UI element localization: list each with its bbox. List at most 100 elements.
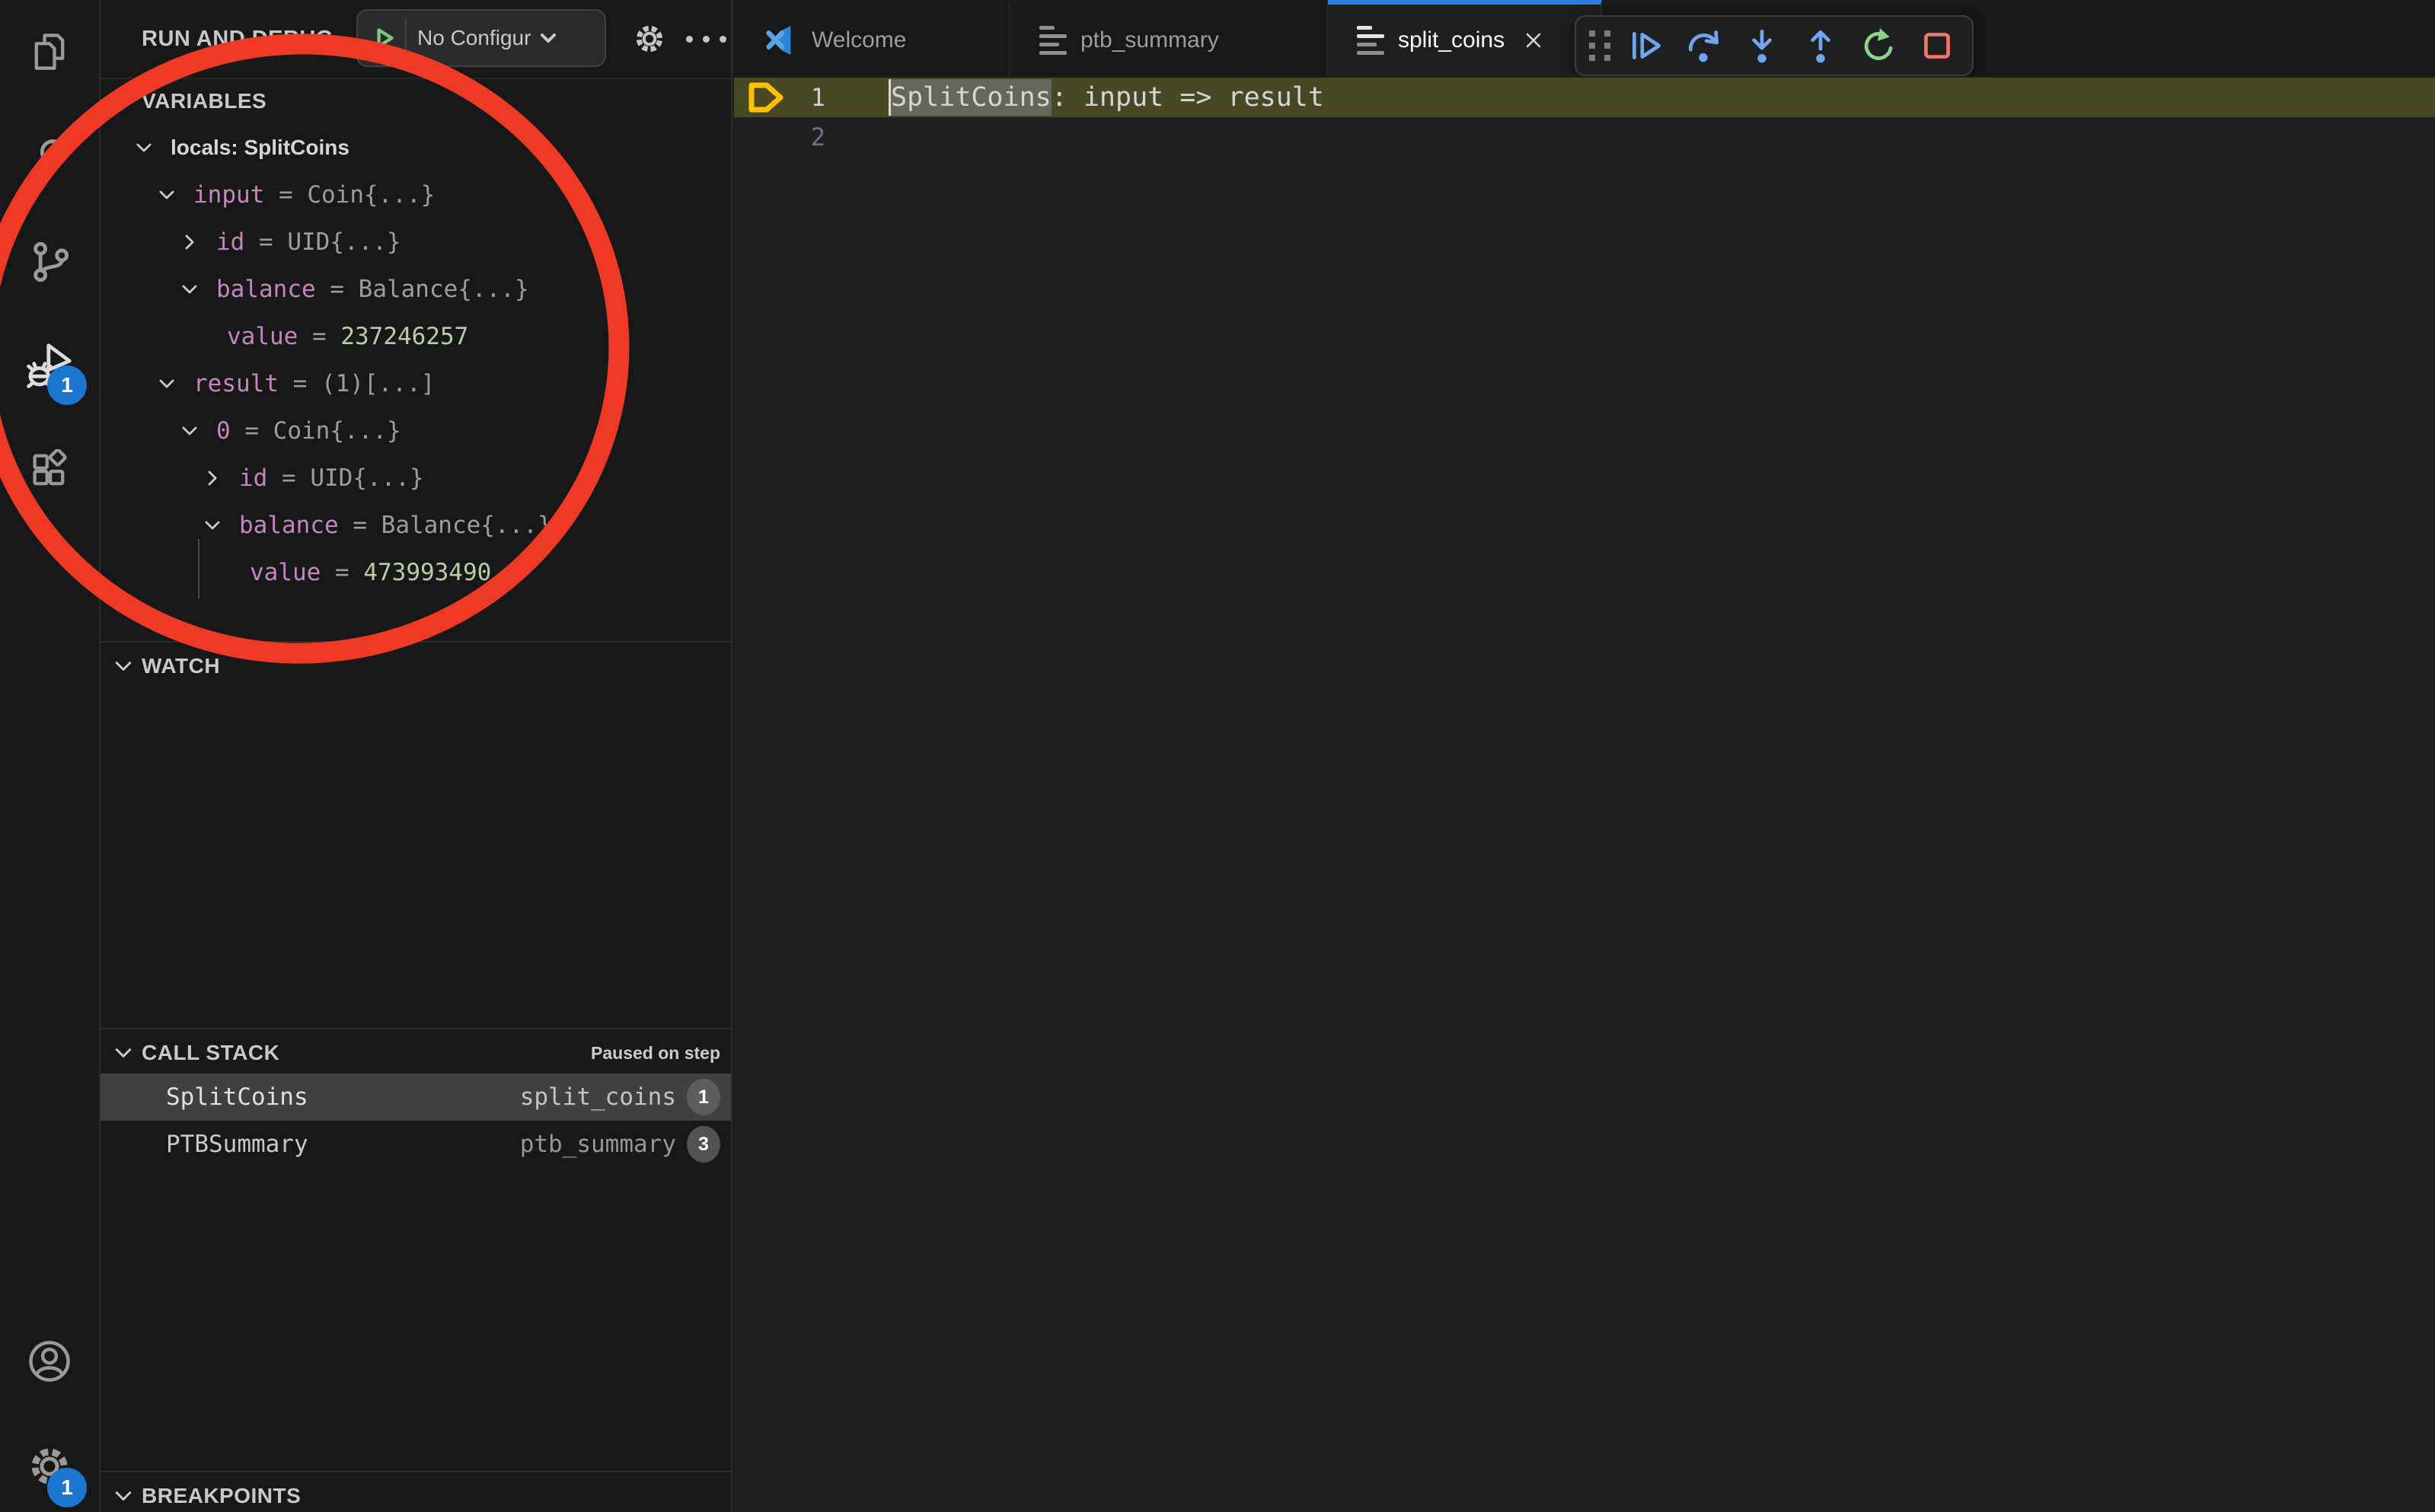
section-divider: [101, 1028, 731, 1029]
launch-config-dropdown[interactable]: No Configur: [356, 9, 606, 67]
step-out-button[interactable]: [1798, 23, 1843, 69]
variable-row-id2[interactable]: id = UID{...}: [101, 455, 833, 502]
source-control-icon[interactable]: [0, 216, 99, 308]
variable-value: Balance{...}: [381, 512, 552, 539]
debug-current-instruction-icon[interactable]: [746, 81, 786, 114]
variable-name: input: [193, 181, 264, 209]
panel-title: RUN AND DEBUG: [142, 27, 333, 52]
variable-row-balance2[interactable]: balance = Balance{...}: [101, 502, 833, 549]
views-more-actions-icon[interactable]: [679, 0, 732, 78]
variable-value: UID{...}: [310, 464, 423, 492]
variable-name: value: [227, 323, 298, 350]
continue-button[interactable]: [1623, 23, 1668, 69]
line-number-1: 1: [787, 78, 825, 117]
restart-button[interactable]: [1856, 23, 1901, 69]
chevron-down-icon: [113, 1485, 134, 1507]
toolbar-drag-handle[interactable]: [1589, 30, 1610, 61]
variable-name: id: [239, 464, 267, 492]
equals: =: [279, 370, 321, 397]
vscode-window: 1: [0, 0, 2435, 1512]
code-line-1[interactable]: SplitCoins: input => result: [891, 78, 1324, 117]
chevron-down-icon: [113, 91, 134, 112]
step-into-button[interactable]: [1739, 23, 1785, 69]
close-icon[interactable]: [1523, 30, 1544, 51]
chevron-right-icon: [180, 232, 199, 252]
variable-name: balance: [216, 276, 316, 303]
watch-title: WATCH: [142, 654, 220, 678]
variable-row-id[interactable]: id = UID{...}: [101, 219, 810, 266]
stack-frame-splitcoins[interactable]: SplitCoins split_coins 1: [101, 1073, 731, 1121]
equals: =: [321, 559, 363, 586]
equals: =: [244, 228, 287, 256]
variable-name: 0: [216, 417, 231, 445]
chevron-down-icon: [157, 185, 177, 205]
variable-row-balance[interactable]: balance = Balance{...}: [101, 266, 810, 313]
settings-gear-icon[interactable]: 1: [0, 1421, 99, 1512]
section-divider: [101, 641, 731, 643]
extensions-icon[interactable]: [0, 425, 99, 516]
frame-name: SplitCoins: [166, 1083, 308, 1111]
tab-welcome[interactable]: Welcome: [734, 0, 1010, 76]
chevron-down-icon: [113, 1042, 134, 1064]
dropdown-separator: [405, 18, 407, 59]
variable-name: value: [250, 559, 321, 586]
variables-section-header[interactable]: VARIABLES: [101, 79, 731, 123]
explorer-icon[interactable]: [0, 6, 99, 97]
config-dropdown-label: No Configur: [417, 26, 531, 50]
variable-row-result[interactable]: result = (1)[...]: [101, 360, 787, 407]
frame-name: PTBSummary: [166, 1131, 308, 1158]
settings-badge: 1: [47, 1468, 87, 1507]
equals: =: [264, 181, 307, 209]
tab-label: ptb_summary: [1080, 27, 1219, 53]
person-circle-icon: [27, 1339, 72, 1383]
code-editor[interactable]: 1 2 SplitCoins: input => result: [734, 76, 2435, 1512]
stop-button[interactable]: [1914, 23, 1960, 69]
account-icon[interactable]: [0, 1316, 99, 1407]
debug-badge: 1: [47, 365, 87, 405]
call-stack-title: CALL STACK: [142, 1041, 279, 1065]
watch-section-header[interactable]: WATCH: [101, 644, 731, 688]
activity-bar: 1: [0, 0, 101, 1512]
variable-row-value[interactable]: value = 237246257: [101, 313, 833, 360]
scope-label: locals: SplitCoins: [171, 136, 349, 160]
variable-value: UID{...}: [287, 228, 401, 256]
file-lines-icon: [1357, 26, 1384, 55]
chevron-down-icon: [203, 515, 222, 535]
magnifier-icon: [28, 136, 71, 178]
editor-area: Welcome ptb_summary split_coins: [734, 0, 2435, 1512]
git-branch-icon: [28, 241, 71, 283]
call-stack-section-header[interactable]: CALL STACK Paused on step: [101, 1031, 731, 1075]
start-debug-play-icon[interactable]: [372, 25, 397, 51]
variable-value: Coin{...}: [307, 181, 435, 209]
variable-scope-row[interactable]: locals: SplitCoins: [101, 124, 764, 171]
highlighted-word: SplitCoins: [891, 82, 1052, 113]
code-text: : input => result: [1052, 82, 1324, 113]
variable-value: 473993490: [363, 559, 491, 586]
extensions-squares-icon: [28, 449, 71, 492]
frame-badge: 1: [687, 1079, 720, 1115]
variable-name: balance: [239, 512, 339, 539]
equals: =: [231, 417, 273, 445]
equals: =: [339, 512, 381, 539]
equals: =: [298, 323, 340, 350]
variable-row-0[interactable]: 0 = Coin{...}: [101, 407, 810, 455]
debug-toolbar: [1575, 15, 1974, 76]
breakpoints-section-header[interactable]: BREAKPOINTS: [101, 1474, 731, 1512]
debug-settings-gear-icon[interactable]: [623, 0, 676, 78]
equals: =: [316, 276, 359, 303]
step-over-button[interactable]: [1681, 23, 1727, 69]
line-number-2: 2: [787, 117, 825, 157]
variable-name: id: [216, 228, 244, 256]
tab-ptb-summary[interactable]: ptb_summary: [1010, 0, 1328, 76]
run-and-debug-icon[interactable]: 1: [0, 320, 99, 411]
stack-frame-ptbsummary[interactable]: PTBSummary ptb_summary 3: [101, 1121, 731, 1168]
run-and-debug-panel: RUN AND DEBUG No Configur: [101, 0, 732, 1512]
search-icon[interactable]: [0, 111, 99, 203]
breakpoints-title: BREAKPOINTS: [142, 1484, 301, 1508]
frame-source: split_coins: [520, 1083, 676, 1111]
tab-label: split_coins: [1398, 27, 1505, 53]
tab-split-coins[interactable]: split_coins: [1328, 0, 1602, 76]
file-lines-icon: [1039, 26, 1067, 55]
variable-value: Coin{...}: [273, 417, 401, 445]
variable-row-input[interactable]: input = Coin{...}: [101, 171, 787, 219]
